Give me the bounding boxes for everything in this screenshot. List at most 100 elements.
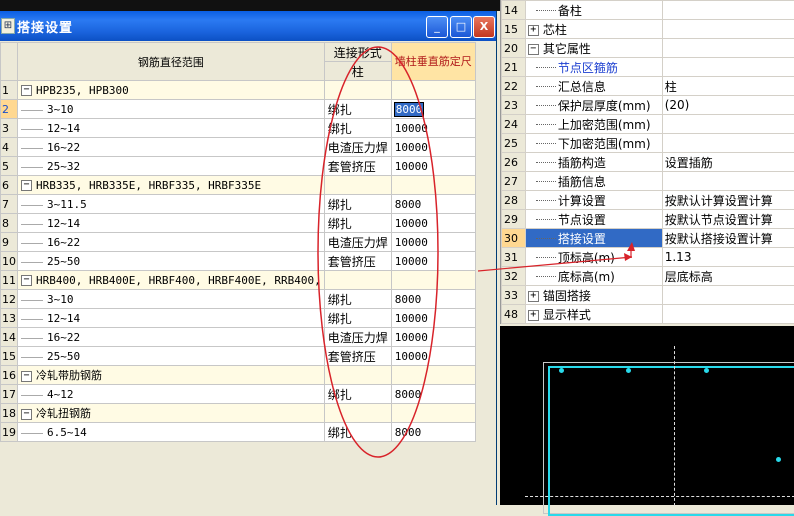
property-value[interactable] bbox=[662, 305, 794, 324]
connection-cell[interactable] bbox=[324, 176, 391, 195]
grid-group-row[interactable]: 18−冷轧扭钢筋 bbox=[1, 404, 476, 423]
connection-cell[interactable] bbox=[324, 366, 391, 385]
connection-cell[interactable]: 绑扎 bbox=[324, 385, 391, 404]
property-value[interactable]: 柱 bbox=[662, 77, 794, 96]
collapse-icon[interactable]: − bbox=[21, 85, 32, 96]
connection-cell[interactable]: 绑扎 bbox=[324, 423, 391, 442]
collapse-icon[interactable]: − bbox=[21, 275, 32, 286]
length-cell[interactable]: 8000 bbox=[391, 290, 475, 309]
connection-cell[interactable]: 绑扎 bbox=[324, 290, 391, 309]
property-value[interactable]: 1.13 bbox=[662, 248, 794, 267]
grid-row[interactable]: 1416~22电渣压力焊10000 bbox=[1, 328, 476, 347]
length-cell[interactable]: 10000 bbox=[391, 347, 475, 366]
value-editor[interactable]: 8000 bbox=[395, 103, 424, 116]
property-value[interactable] bbox=[662, 134, 794, 153]
connection-cell[interactable]: 套管挤压 bbox=[324, 252, 391, 271]
property-value[interactable] bbox=[662, 58, 794, 77]
property-value[interactable] bbox=[662, 172, 794, 191]
property-row[interactable]: 28计算设置按默认计算设置计算 bbox=[502, 191, 794, 210]
grid-row[interactable]: 916~22电渣压力焊10000 bbox=[1, 233, 476, 252]
property-row[interactable]: 32底标高(m)层底标高 bbox=[502, 267, 794, 286]
property-row[interactable]: 30搭接设置按默认搭接设置计算 bbox=[502, 229, 794, 248]
property-row[interactable]: 14备柱 bbox=[502, 1, 794, 20]
connection-cell[interactable]: 绑扎 bbox=[324, 309, 391, 328]
grid-row[interactable]: 123~10绑扎8000 bbox=[1, 290, 476, 309]
grid-group-row[interactable]: 1−HPB235, HPB300 bbox=[1, 81, 476, 100]
property-value[interactable]: 按默认节点设置计算 bbox=[662, 210, 794, 229]
property-value[interactable]: (20) bbox=[662, 96, 794, 115]
property-value[interactable] bbox=[662, 115, 794, 134]
length-cell[interactable]: 8000 bbox=[391, 385, 475, 404]
property-row[interactable]: 21节点区箍筋 bbox=[502, 58, 794, 77]
length-cell[interactable]: 8000 bbox=[391, 423, 475, 442]
collapse-icon[interactable]: − bbox=[21, 180, 32, 191]
length-cell[interactable] bbox=[391, 81, 475, 100]
property-row[interactable]: 24上加密范围(mm) bbox=[502, 115, 794, 134]
expand-icon[interactable]: + bbox=[528, 310, 539, 321]
grid-row[interactable]: 73~11.5绑扎8000 bbox=[1, 195, 476, 214]
property-value[interactable]: 按默认搭接设置计算 bbox=[662, 229, 794, 248]
length-cell[interactable]: 10000 bbox=[391, 157, 475, 176]
grid-row[interactable]: 174~12绑扎8000 bbox=[1, 385, 476, 404]
length-cell[interactable] bbox=[391, 404, 475, 423]
length-cell[interactable]: 8000 bbox=[391, 100, 475, 119]
grid-group-row[interactable]: 6−HRB335, HRB335E, HRBF335, HRBF335E bbox=[1, 176, 476, 195]
grid-row[interactable]: 416~22电渣压力焊10000 bbox=[1, 138, 476, 157]
maximize-button[interactable]: □ bbox=[450, 16, 472, 38]
property-row[interactable]: 29节点设置按默认节点设置计算 bbox=[502, 210, 794, 229]
grid-group-row[interactable]: 11−HRB400, HRB400E, HRBF400, HRBF400E, R… bbox=[1, 271, 476, 290]
close-button[interactable]: X bbox=[473, 16, 495, 38]
grid-row[interactable]: 525~32套管挤压10000 bbox=[1, 157, 476, 176]
grid-group-row[interactable]: 16−冷轧带肋钢筋 bbox=[1, 366, 476, 385]
property-row[interactable]: 22汇总信息柱 bbox=[502, 77, 794, 96]
property-row[interactable]: 31顶标高(m)1.13 bbox=[502, 248, 794, 267]
property-value[interactable] bbox=[662, 20, 794, 39]
length-cell[interactable]: 10000 bbox=[391, 328, 475, 347]
property-value[interactable] bbox=[662, 286, 794, 305]
connection-cell[interactable]: 电渣压力焊 bbox=[324, 328, 391, 347]
connection-cell[interactable] bbox=[324, 404, 391, 423]
property-value[interactable]: 层底标高 bbox=[662, 267, 794, 286]
connection-cell[interactable]: 套管挤压 bbox=[324, 157, 391, 176]
grid-row[interactable]: 196.5~14绑扎8000 bbox=[1, 423, 476, 442]
property-row[interactable]: 25下加密范围(mm) bbox=[502, 134, 794, 153]
connection-cell[interactable]: 绑扎 bbox=[324, 214, 391, 233]
property-row[interactable]: 26插筋构造设置插筋 bbox=[502, 153, 794, 172]
length-cell[interactable]: 8000 bbox=[391, 195, 475, 214]
property-row[interactable]: 15+芯柱 bbox=[502, 20, 794, 39]
property-row[interactable]: 33+锚固搭接 bbox=[502, 286, 794, 305]
length-cell[interactable]: 10000 bbox=[391, 138, 475, 157]
connection-cell[interactable]: 电渣压力焊 bbox=[324, 138, 391, 157]
connection-cell[interactable] bbox=[324, 271, 391, 290]
grid-row[interactable]: 23~10绑扎8000 bbox=[1, 100, 476, 119]
length-cell[interactable]: 10000 bbox=[391, 214, 475, 233]
length-cell[interactable] bbox=[391, 271, 475, 290]
expand-icon[interactable]: + bbox=[528, 25, 539, 36]
length-cell[interactable]: 10000 bbox=[391, 252, 475, 271]
grid-row[interactable]: 1025~50套管挤压10000 bbox=[1, 252, 476, 271]
connection-cell[interactable]: 绑扎 bbox=[324, 100, 391, 119]
connection-cell[interactable] bbox=[324, 81, 391, 100]
grid-row[interactable]: 312~14绑扎10000 bbox=[1, 119, 476, 138]
length-cell[interactable] bbox=[391, 366, 475, 385]
connection-cell[interactable]: 套管挤压 bbox=[324, 347, 391, 366]
length-cell[interactable] bbox=[391, 176, 475, 195]
expand-icon[interactable]: + bbox=[528, 291, 539, 302]
property-value[interactable] bbox=[662, 1, 794, 20]
length-cell[interactable]: 10000 bbox=[391, 119, 475, 138]
connection-cell[interactable]: 绑扎 bbox=[324, 119, 391, 138]
property-row[interactable]: 23保护层厚度(mm)(20) bbox=[502, 96, 794, 115]
grid-row[interactable]: 1312~14绑扎10000 bbox=[1, 309, 476, 328]
property-value[interactable]: 设置插筋 bbox=[662, 153, 794, 172]
length-cell[interactable]: 10000 bbox=[391, 309, 475, 328]
dialog-titlebar[interactable]: ⊞ 搭接设置 _ □ X bbox=[0, 11, 496, 41]
property-row[interactable]: 20−其它属性 bbox=[502, 39, 794, 58]
length-cell[interactable]: 10000 bbox=[391, 233, 475, 252]
collapse-icon[interactable]: − bbox=[21, 409, 32, 420]
connection-cell[interactable]: 电渣压力焊 bbox=[324, 233, 391, 252]
grid-row[interactable]: 812~14绑扎10000 bbox=[1, 214, 476, 233]
minimize-button[interactable]: _ bbox=[426, 16, 448, 38]
collapse-icon[interactable]: − bbox=[528, 44, 539, 55]
collapse-icon[interactable]: − bbox=[21, 371, 32, 382]
property-value[interactable] bbox=[662, 39, 794, 58]
